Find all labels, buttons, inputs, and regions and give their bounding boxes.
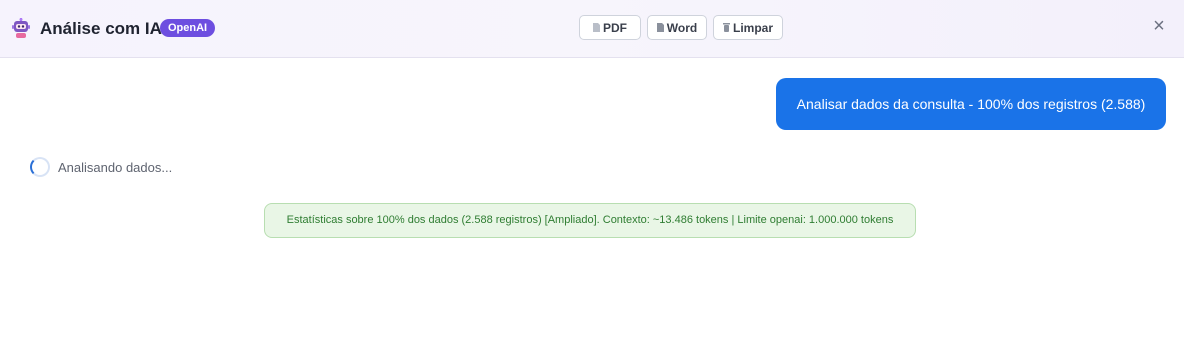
export-pdf-button[interactable]: PDF — [579, 15, 641, 40]
robot-icon — [12, 18, 30, 38]
user-message: Analisar dados da consulta - 100% dos re… — [776, 78, 1166, 130]
document-icon — [593, 23, 600, 32]
document-icon — [656, 23, 664, 32]
dialog-header: Análise com IA OpenAI PDF Word Limpar × — [0, 0, 1184, 58]
stats-banner: Estatísticas sobre 100% dos dados (2.588… — [264, 203, 916, 238]
export-pdf-label: PDF — [603, 20, 627, 35]
clear-button[interactable]: Limpar — [713, 15, 783, 40]
export-word-label: Word — [666, 20, 698, 35]
provider-badge: OpenAI — [160, 19, 216, 37]
trash-icon — [722, 23, 730, 32]
loading-text: Analisando dados... — [58, 160, 173, 175]
dialog-title: Análise com IA — [40, 19, 162, 38]
clear-label: Limpar — [732, 20, 773, 35]
loading-spinner-icon — [30, 157, 50, 177]
close-button[interactable]: × — [1151, 16, 1167, 36]
export-word-button[interactable]: Word — [647, 15, 707, 40]
